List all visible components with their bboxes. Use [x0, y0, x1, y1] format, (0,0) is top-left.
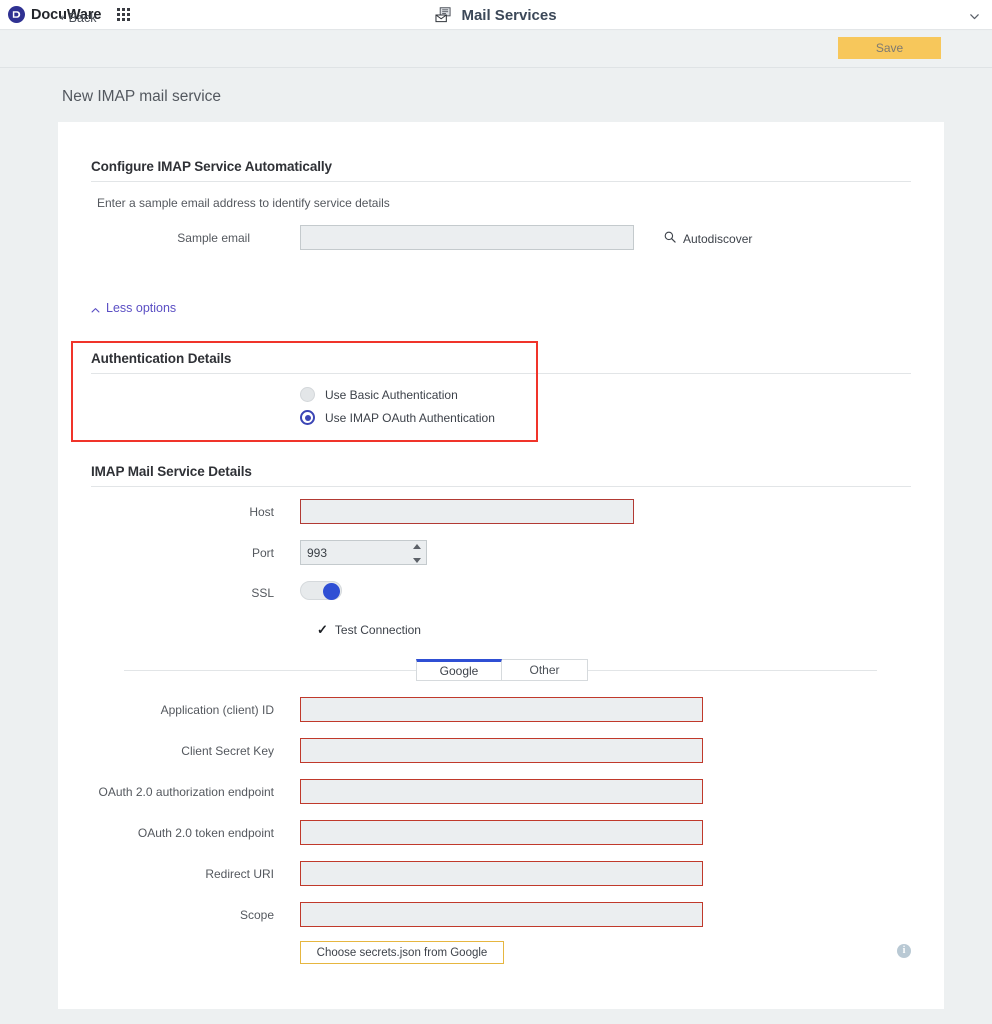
radio-oauth-label: Use IMAP OAuth Authentication	[325, 411, 495, 425]
radio-use-imap-oauth-authentication[interactable]: Use IMAP OAuth Authentication	[300, 410, 495, 425]
sample-email-field[interactable]	[300, 225, 634, 250]
grid-apps-icon[interactable]	[117, 7, 132, 22]
client-secret-key-field[interactable]	[300, 738, 703, 763]
stepper-up-icon[interactable]	[413, 544, 421, 549]
autodiscover-label: Autodiscover	[683, 232, 752, 246]
application-client-id-input[interactable]	[301, 698, 702, 721]
check-icon: ✓	[317, 622, 328, 638]
save-button[interactable]: Save	[838, 37, 941, 59]
section-heading-imap-mail-service-details: IMAP Mail Service Details	[91, 464, 252, 479]
test-connection-button[interactable]: ✓ Test Connection	[317, 622, 421, 638]
section-heading-configure-automatically: Configure IMAP Service Automatically	[91, 159, 332, 174]
client-secret-key-input[interactable]	[301, 739, 702, 762]
less-options-label: Less options	[106, 301, 176, 315]
redirect-uri-label: Redirect URI	[100, 867, 274, 881]
redirect-uri-field[interactable]	[300, 861, 703, 886]
section-divider-imap	[91, 486, 911, 487]
sample-email-label: Sample email	[100, 231, 250, 245]
scope-label: Scope	[100, 908, 274, 922]
ssl-label: SSL	[140, 586, 274, 600]
oauth-token-endpoint-input[interactable]	[301, 821, 702, 844]
choose-secrets-json-button[interactable]: Choose secrets.json from Google	[300, 941, 504, 964]
test-connection-label: Test Connection	[335, 623, 421, 637]
mail-services-icon	[435, 7, 452, 23]
port-field[interactable]	[300, 540, 427, 565]
oauth-token-endpoint-field[interactable]	[300, 820, 703, 845]
port-label: Port	[140, 546, 274, 560]
client-secret-key-label: Client Secret Key	[100, 744, 274, 758]
radio-use-basic-authentication[interactable]: Use Basic Authentication	[300, 387, 458, 402]
sample-email-helper-text: Enter a sample email address to identify…	[97, 196, 390, 210]
port-input[interactable]	[301, 541, 426, 564]
less-options-toggle[interactable]: Less options	[91, 301, 176, 315]
redirect-uri-input[interactable]	[301, 862, 702, 885]
sample-email-input[interactable]	[301, 226, 633, 249]
stepper-down-icon[interactable]	[413, 558, 421, 563]
section-divider-authentication	[91, 373, 911, 374]
chevron-up-icon	[91, 304, 100, 313]
port-stepper[interactable]	[411, 544, 422, 563]
scope-field[interactable]	[300, 902, 703, 927]
back-label: Back	[69, 11, 97, 25]
docuware-logo-icon	[8, 6, 25, 23]
back-chevron-icon: ‹	[60, 12, 64, 24]
back-button[interactable]: ‹ Back	[60, 11, 96, 25]
info-icon[interactable]: i	[897, 944, 911, 958]
autodiscover-button[interactable]: Autodiscover	[664, 231, 752, 246]
host-field[interactable]	[300, 499, 634, 524]
oauth-authorization-endpoint-input[interactable]	[301, 780, 702, 803]
chevron-down-icon[interactable]	[969, 9, 980, 20]
oauth-token-endpoint-label: OAuth 2.0 token endpoint	[80, 826, 274, 840]
radio-oauth-indicator	[300, 410, 315, 425]
section-divider-configure	[91, 181, 911, 182]
application-client-id-field[interactable]	[300, 697, 703, 722]
scope-input[interactable]	[301, 903, 702, 926]
search-icon	[664, 231, 676, 246]
radio-basic-label: Use Basic Authentication	[325, 388, 458, 402]
application-client-id-label: Application (client) ID	[100, 703, 274, 717]
host-label: Host	[140, 505, 274, 519]
page-header-title: Mail Services	[461, 7, 556, 24]
host-input[interactable]	[301, 500, 633, 523]
oauth-authorization-endpoint-label: OAuth 2.0 authorization endpoint	[80, 785, 274, 799]
section-heading-authentication-details: Authentication Details	[91, 351, 231, 366]
provider-tabs: Google Other	[416, 659, 588, 681]
tab-other[interactable]: Other	[502, 659, 588, 681]
ssl-toggle-knob	[323, 583, 340, 600]
oauth-authorization-endpoint-field[interactable]	[300, 779, 703, 804]
tab-google[interactable]: Google	[416, 659, 502, 681]
page-title: New IMAP mail service	[62, 88, 221, 106]
radio-basic-indicator	[300, 387, 315, 402]
ssl-toggle[interactable]	[300, 581, 342, 600]
